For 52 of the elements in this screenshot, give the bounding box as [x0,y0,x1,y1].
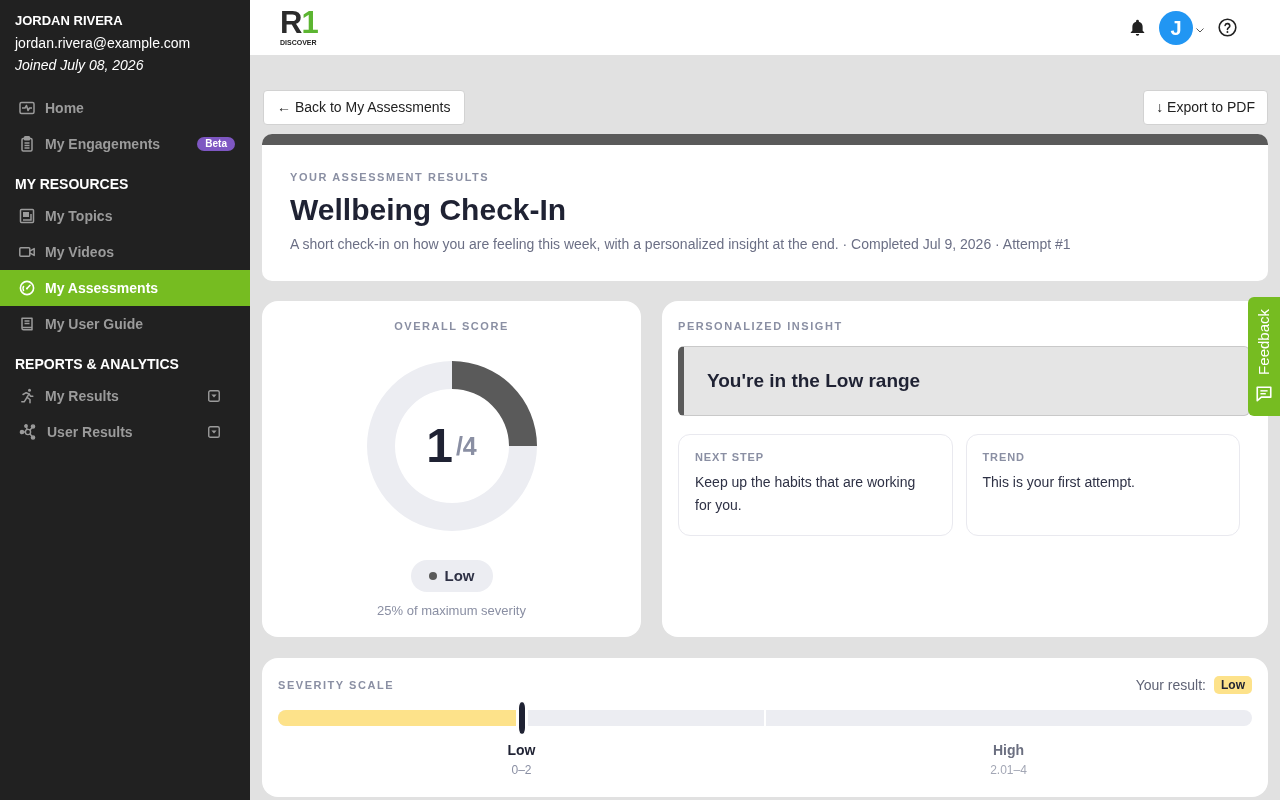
assessment-summary: A short check-in on how you are feeling this week, with a personalized insight at the end. · Completed Jul 9, 2026 · Attempt #1 [290,235,1071,254]
book-icon [19,316,35,332]
user-name: JORDAN RIVERA [15,13,123,29]
join-date: Joined July 08, 2026 [15,56,144,75]
section-label: SEVERITY SCALE [278,678,395,693]
band-range: 0–2 [511,762,532,778]
chevron-down-icon[interactable] [1196,28,1204,33]
running-figure-icon [19,388,35,404]
network-nodes-icon [19,424,37,440]
insight-headline: You're in the Low range [678,346,1250,416]
nav-item[interactable]: My User Guide [0,306,250,342]
band-range: 2.01–4 [990,762,1027,778]
tile-text: Keep up the habits that are working for you. [695,473,917,515]
clipboard-icon [19,136,35,152]
tile-label: NEXT STEP [695,450,765,464]
nav-item[interactable]: Home [0,90,250,126]
logo-mark: R1 [280,8,318,37]
beta-badge: Beta [197,137,235,151]
section-label: OVERALL SCORE [394,319,509,334]
result-label: Your result: [1135,676,1206,695]
tile-label: TREND [982,450,1025,464]
caret-icon[interactable] [208,390,220,402]
score-value: 1 [426,422,453,470]
nav-item[interactable]: My Videos [0,234,250,270]
nav-item[interactable]: My Topics [0,198,250,234]
back-button[interactable]: ← Back to My Assessments [263,90,465,125]
export-pdf-button[interactable]: ↓ Export to PDF [1143,90,1268,125]
result-badge: Low [1214,676,1252,694]
section-heading: MY RESOURCES [15,175,129,193]
severity-caption: 25% of maximum severity [377,602,526,620]
section-label: YOUR ASSESSMENT RESULTS [290,170,490,185]
user-email: jordan.rivera@example.com [15,34,191,53]
page-title: Wellbeing Check-In [290,192,567,228]
gauge-icon [19,280,35,296]
help-icon[interactable] [1218,18,1237,37]
nav-item[interactable]: My Results [0,378,250,414]
severity-level: Low [444,566,475,586]
band-label: Low [507,741,536,760]
video-camera-icon [19,244,35,260]
section-label: PERSONALIZED INSIGHT [678,319,843,334]
caret-icon[interactable] [208,426,220,438]
band-label: High [992,741,1025,760]
bell-icon[interactable] [1128,18,1147,37]
nav-item[interactable]: User Results [0,414,250,450]
avatar-button[interactable]: J [1159,10,1193,45]
nav-item[interactable]: My Engagements Beta [0,126,250,162]
monitor-pulse-icon [19,100,35,116]
chat-icon [1255,384,1273,403]
section-heading: REPORTS & ANALYTICS [15,355,179,373]
score-maximum: /4 [455,432,477,460]
framed-picture-icon [19,208,35,224]
tile-text: This is your first attempt. [982,473,1135,492]
